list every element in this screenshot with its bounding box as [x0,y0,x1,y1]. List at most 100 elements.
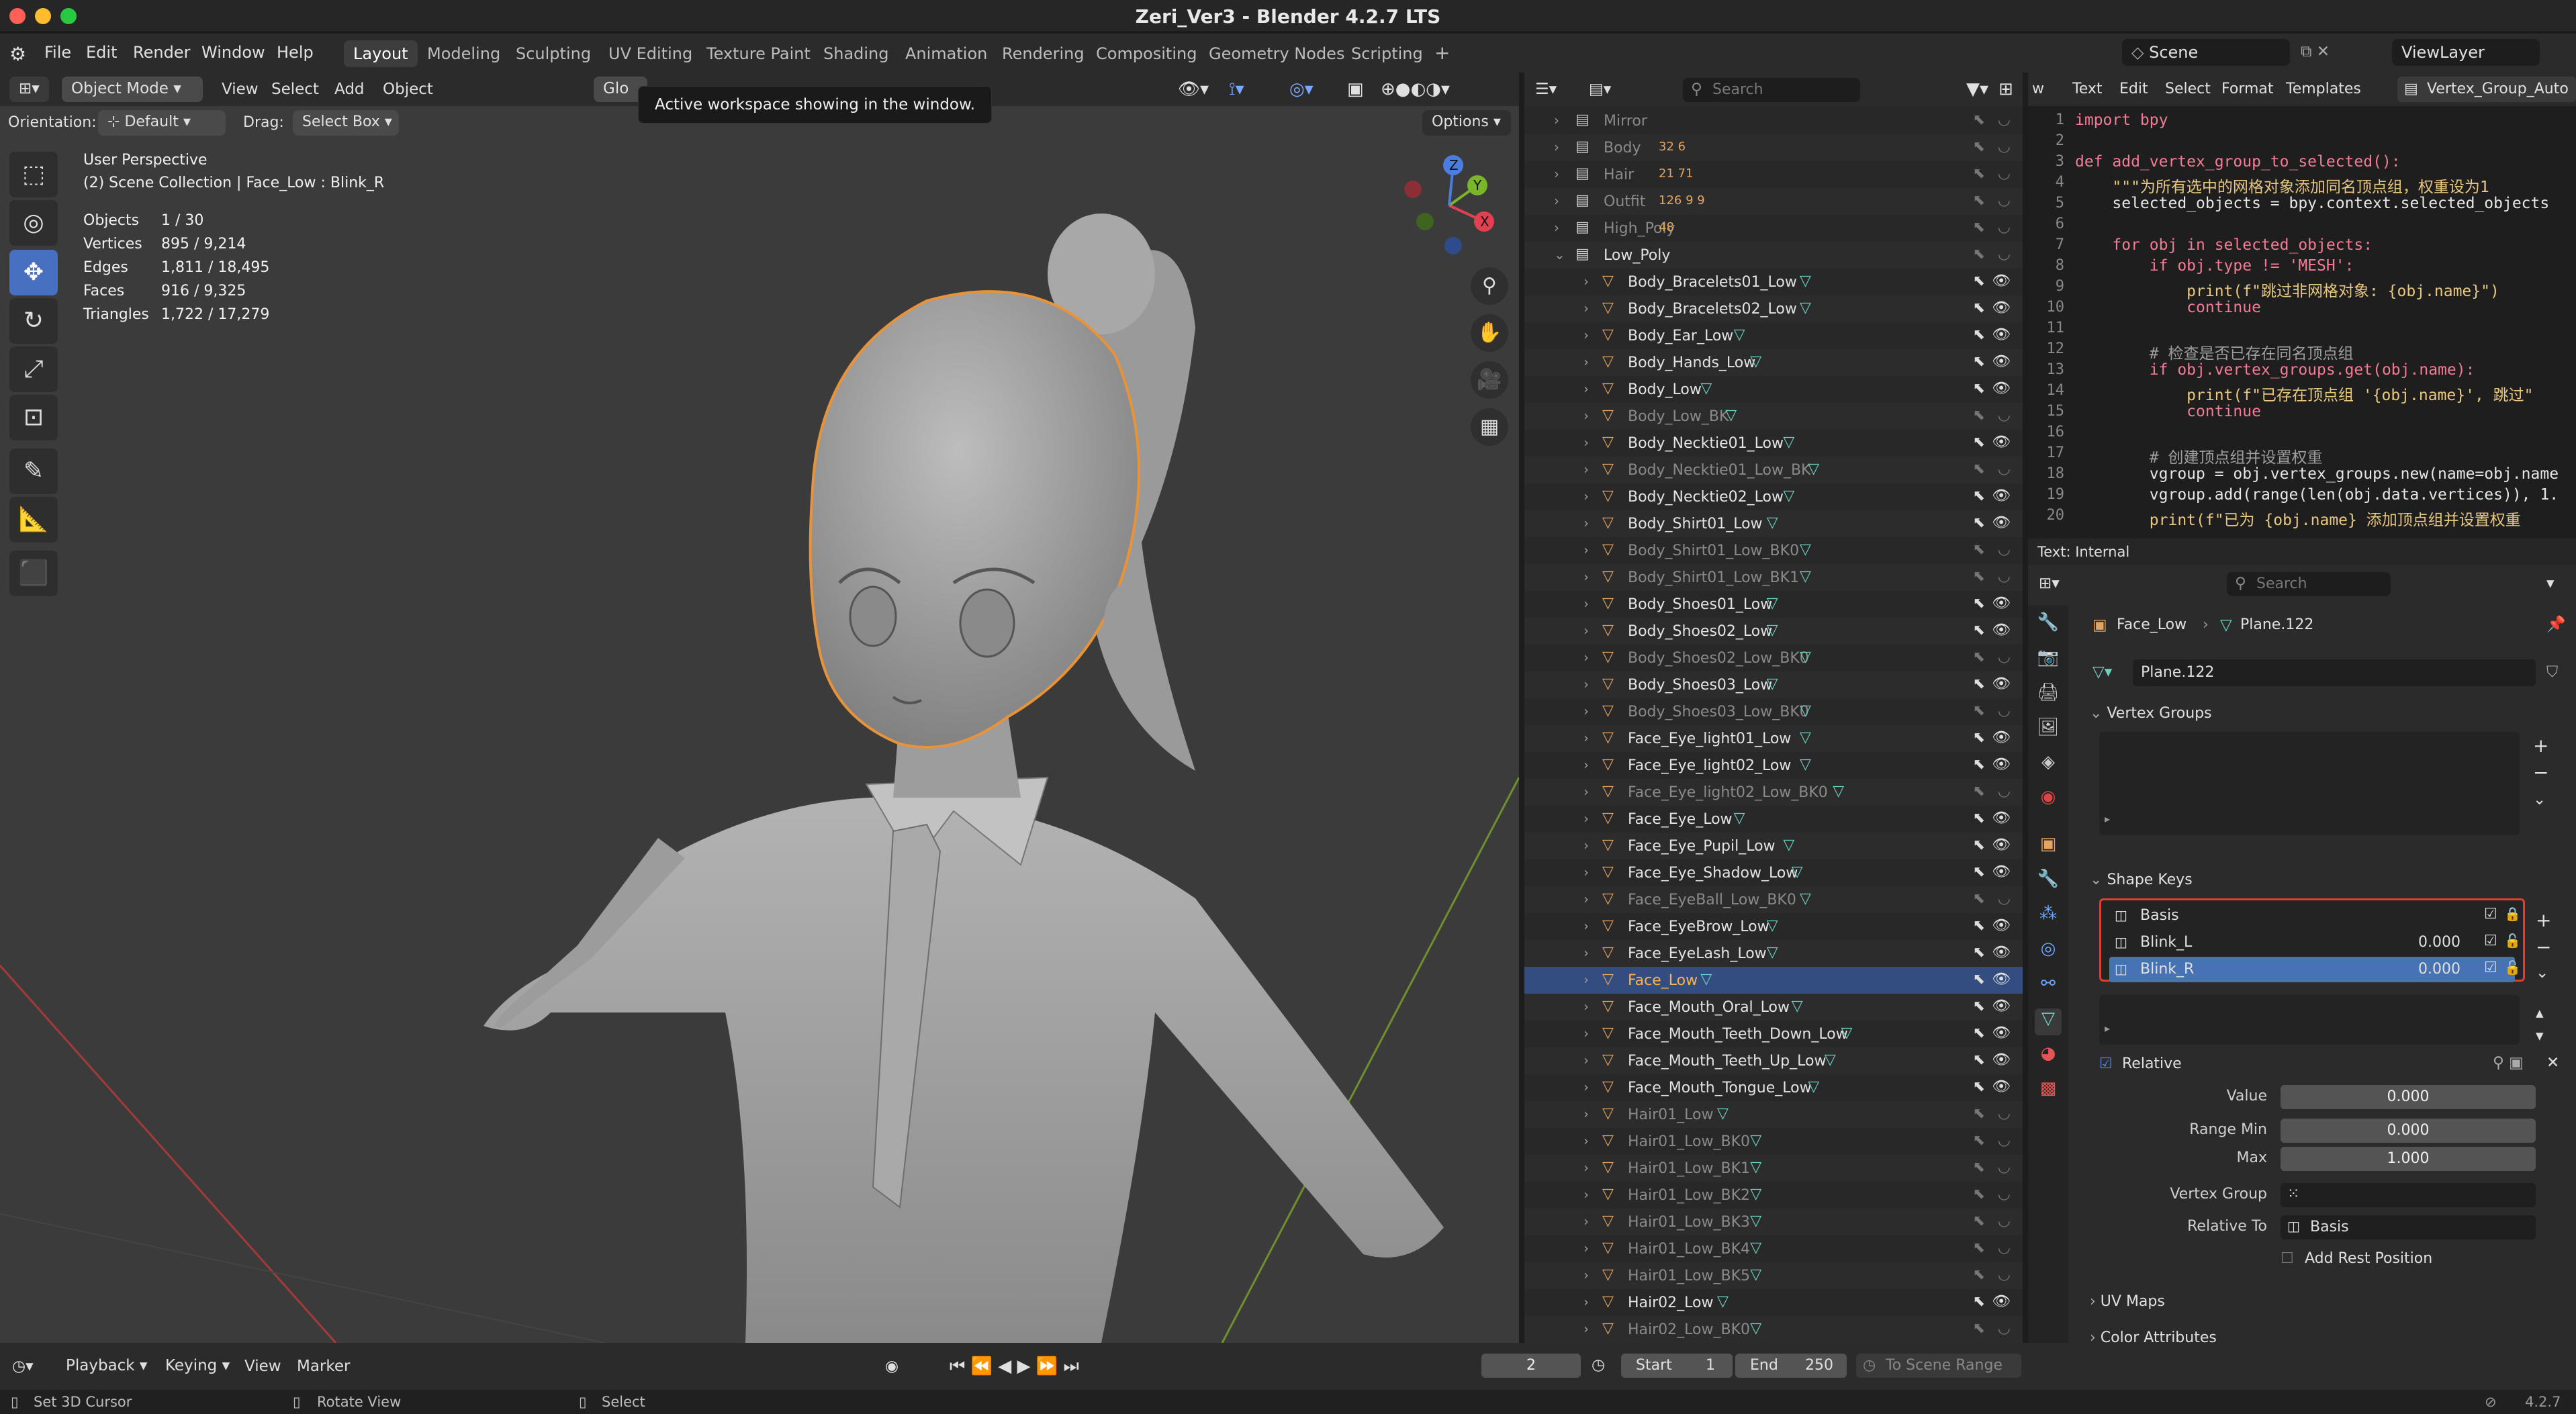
outliner-object-row[interactable]: › ▽ Body_Shirt01_Low_BK1 ▽ ⬉ ◡ [1524,564,2023,591]
select-arrow-icon[interactable]: ⬉ [1973,138,1985,155]
pin-icon[interactable]: 📌 [2546,615,2566,633]
eye-icon[interactable]: ◡ [1998,1266,2011,1283]
select-arrow-icon[interactable]: ⬉ [1973,1320,1985,1337]
text-menu-text[interactable]: Text [2072,81,2103,97]
outliner-object-row[interactable]: › ▽ Face_EyeBall_Low_BK0 ▽ ⬉ ◡ [1524,886,2023,913]
shape-key-row[interactable]: ◫ Basis ☑ 🔒 [2109,903,2521,929]
outliner-object-row[interactable]: › ▽ Body_Ear_Low ▽ ⬉ 👁 [1524,322,2023,349]
eye-icon[interactable]: 👁 [1992,917,2011,934]
code-line[interactable]: vgroup = obj.vertex_groups.new(name=obj.… [2075,465,2559,483]
select-arrow-icon[interactable]: ⬉ [1973,1132,1985,1149]
chevron-right-icon[interactable]: › [1583,1025,1589,1041]
remove-shape-key-button[interactable]: − [2536,936,2551,958]
code-line[interactable]: print(f"跳过非网格对象: {obj.name}") [2075,278,2499,301]
eye-icon[interactable]: ◡ [1998,165,2011,182]
eye-icon[interactable]: ◡ [1998,111,2011,128]
list-expand-icon[interactable]: ▸ [2105,1022,2110,1035]
eye-icon[interactable]: 👁 [1992,487,2011,504]
timeline-editor-type-icon[interactable]: ◷▾ [12,1358,34,1375]
shape-key-mute-checkbox[interactable]: ☑ [2484,959,2497,976]
editor-type-icon[interactable]: ⊞▾ [9,77,49,102]
outliner-object-row[interactable]: › ▽ Face_Eye_light01_Low ▽ ⬉ 👁 [1524,725,2023,752]
end-frame-field[interactable]: End 250 [1735,1354,1847,1378]
eye-icon[interactable]: ◡ [1998,1105,2011,1122]
modifier-tab-icon[interactable]: 🔧 [2035,869,2062,896]
select-arrow-icon[interactable]: ⬉ [1973,1293,1985,1310]
outliner-object-row[interactable]: › ▽ Hair02_Low_BK0 ▽ ⬉ ◡ [1524,1316,2023,1343]
menu-add[interactable]: Add [334,81,365,98]
move-up-icon[interactable]: ▴ [2536,1004,2544,1022]
chevron-right-icon[interactable]: › [1583,300,1589,316]
select-arrow-icon[interactable]: ⬉ [1973,1078,1985,1095]
eye-icon[interactable]: 👁 [1992,622,2011,639]
mode-selector[interactable]: Object Mode ▾ [62,77,203,102]
move-tool-icon[interactable]: ✥ [9,250,58,295]
shape-key-specials-icon[interactable]: ⌄ [2536,964,2548,982]
tab-compositing[interactable]: Compositing [1087,40,1206,67]
chevron-right-icon[interactable]: › [1583,945,1589,961]
relative-to-field[interactable]: ◫ Basis [2281,1215,2536,1239]
ortho-grid-icon[interactable]: ▦ [1471,408,1508,446]
scene-selector[interactable]: ◇ Scene [2122,39,2290,66]
visibility-icon[interactable]: 👁▾ [1178,79,1209,99]
select-arrow-icon[interactable]: ⬉ [1973,192,1985,209]
select-arrow-icon[interactable]: ⬉ [1973,1186,1985,1203]
new-collection-icon[interactable]: ⊞ [1998,79,2013,99]
tool-tab-icon[interactable]: 🔧 [2035,612,2062,639]
blender-logo-icon[interactable]: ⚙ [9,43,26,65]
outliner-object-row[interactable]: › ▽ Body_Bracelets01_Low ▽ ⬉ 👁 [1524,269,2023,295]
select-box-tool-icon[interactable]: ⬚ [9,152,58,197]
display-mode-icon[interactable]: ▤▾ [1589,81,1611,98]
chevron-right-icon[interactable]: › [1583,596,1589,612]
select-arrow-icon[interactable]: ⬉ [1973,675,1985,692]
outliner-editor-type-icon[interactable]: ☰▾ [1535,81,1557,98]
chevron-right-icon[interactable]: › [1583,408,1589,424]
select-arrow-icon[interactable]: ⬉ [1973,1159,1985,1176]
chevron-right-icon[interactable]: › [1583,327,1589,343]
properties-editor-type-icon[interactable]: ⊞▾ [2039,575,2060,592]
menu-view[interactable]: View [222,81,259,98]
shape-key-row[interactable]: ◫ Blink_L 0.000 ☑ 🔓 [2109,930,2521,955]
move-down-icon[interactable]: ▾ [2536,1027,2544,1045]
mesh-data-icon[interactable]: ▽▾ [2092,663,2112,681]
orientation-selector[interactable]: ⊹ Default ▾ [98,110,226,136]
code-line[interactable]: vgroup.add(range(len(obj.data.vertices))… [2075,486,2559,504]
vertex-groups-list[interactable]: ▸ [2099,732,2520,835]
chevron-right-icon[interactable]: › [1583,1106,1589,1122]
code-line[interactable]: # 检查是否已存在同名顶点组 [2075,340,2354,363]
eye-icon[interactable]: ◡ [1998,1159,2011,1176]
constraints-tab-icon[interactable]: ⚯ [2035,974,2062,1000]
code-line[interactable]: continue [2075,299,2261,316]
chevron-right-icon[interactable]: › [1583,676,1589,692]
scale-tool-icon[interactable]: ⤢ [9,346,58,392]
timeline-menu-view[interactable]: View [244,1358,281,1375]
eye-icon[interactable]: ◡ [1998,783,2011,800]
outliner-object-row[interactable]: › ▽ Hair01_Low_BK1 ▽ ⬉ ◡ [1524,1155,2023,1182]
outliner-object-row[interactable]: › ▽ Body_Low ▽ ⬉ 👁 [1524,376,2023,403]
transform-tool-icon[interactable]: ⊡ [9,395,58,440]
max-field[interactable]: 1.000 [2281,1147,2536,1171]
chevron-right-icon[interactable]: › [1583,1052,1589,1068]
code-line[interactable]: continue [2075,403,2261,420]
eye-icon[interactable]: 👁 [1992,863,2011,880]
menu-object[interactable]: Object [383,81,433,98]
code-line[interactable]: if obj.type != 'MESH': [2075,257,2354,275]
render-tab-icon[interactable]: 📷 [2035,647,2062,674]
code-line[interactable]: if obj.vertex_groups.get(obj.name): [2075,361,2475,379]
chevron-right-icon[interactable]: › [1583,569,1589,585]
chevron-right-icon[interactable]: › [1583,730,1589,746]
eye-icon[interactable]: 👁 [1992,353,2011,370]
keying-menu[interactable]: Keying ▾ [156,1354,239,1379]
shape-keys-panel-header[interactable]: ⌄ Shape Keys [2090,871,2193,888]
chevron-right-icon[interactable]: › [1583,1213,1589,1229]
shading-modes-icon[interactable]: ⊕●◐◑▾ [1381,79,1450,99]
shape-key-value[interactable]: 0.000 [2418,934,2460,951]
outliner-object-row[interactable]: › ▽ Body_Necktie01_Low_BK ▽ ⬉ ◡ [1524,457,2023,483]
cursor-tool-icon[interactable]: ◎ [9,200,58,246]
text-menu-select[interactable]: Select [2165,81,2211,97]
chevron-right-icon[interactable]: › [1554,166,1559,182]
code-line[interactable]: print(f"已存在顶点组 '{obj.name}', 跳过" [2075,382,2533,405]
eye-icon[interactable]: ◡ [1998,219,2011,236]
eye-icon[interactable]: ◡ [1998,541,2011,558]
outliner-object-row[interactable]: › ▽ Hair01_Low_BK4 ▽ ⬉ ◡ [1524,1235,2023,1262]
